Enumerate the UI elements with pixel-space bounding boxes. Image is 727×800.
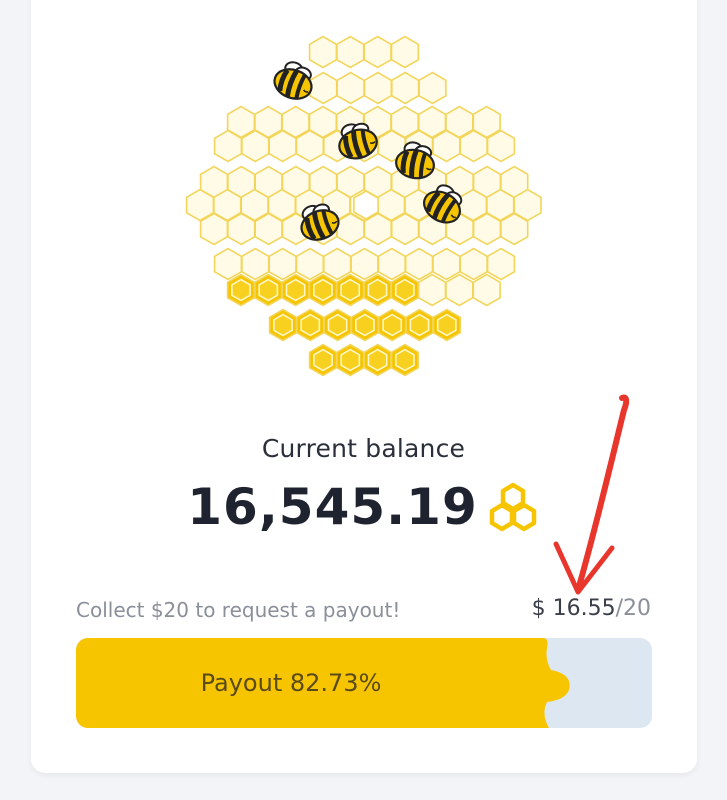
honeycomb-cell [390, 71, 420, 105]
honeycomb-cell [309, 71, 338, 105]
honeycomb-cell-inner [367, 348, 388, 372]
honeycomb-cell [322, 247, 352, 281]
honeycomb-cell-inner [258, 278, 279, 302]
honeycomb-cell [486, 129, 516, 163]
honeycomb-cell-inner [409, 313, 430, 337]
honeycomb-cell [404, 247, 434, 281]
honeycomb-cell-inner [285, 278, 306, 302]
honeycomb-cell-inner [340, 278, 361, 302]
balance-value: 16,545.19 [187, 478, 478, 536]
honeycomb-cell-inner [312, 278, 333, 302]
honeycomb-cell-inner [354, 313, 375, 337]
honeycomb-cell [363, 71, 393, 105]
payout-target: /20 [615, 596, 651, 621]
honeycomb-cell [459, 247, 488, 281]
honeycomb-cell [418, 71, 447, 105]
honeycomb-cell [417, 273, 447, 307]
honeycomb-cell-inner [367, 278, 388, 302]
honeycomb-cell-inner [273, 313, 293, 337]
honeycomb-cell-inner [436, 313, 457, 337]
honeycomb-cell [445, 273, 474, 307]
honeycomb-cell [336, 35, 365, 69]
honeycomb-cell [213, 247, 243, 281]
honeycomb-cell-inner [300, 313, 321, 337]
payout-current: $ 16.55 [531, 596, 616, 621]
honeycomb-cell [213, 129, 243, 163]
honeycomb-cell-empty [353, 190, 379, 220]
honeycomb-cell [500, 212, 529, 246]
honeycomb-cell-inner [327, 313, 348, 337]
payout-progress-text: $ 16.55/20 [532, 596, 651, 621]
honeycomb-cell [241, 129, 270, 163]
honeycomb-cell [390, 35, 420, 69]
honeycomb-cell [336, 212, 365, 246]
payout-button[interactable]: Payout 82.73% [76, 638, 652, 728]
honeycomb-cell [363, 35, 392, 69]
payout-button-label: Payout 82.73% [200, 669, 382, 697]
honeycomb-illustration [185, 35, 542, 377]
honeycomb-cell [227, 212, 256, 246]
honeycomb-cell-inner [382, 313, 403, 337]
honeycomb-cell [459, 129, 488, 163]
honeycomb-cell [390, 212, 420, 246]
honeycomb-cell [432, 247, 461, 281]
honeycomb-cell [336, 71, 365, 105]
honeycomb-cell [350, 247, 379, 281]
honeycomb-cell [432, 129, 461, 163]
honeycomb-cell [268, 129, 297, 163]
honeycomb-cell [308, 35, 338, 69]
honeycomb-cell [241, 247, 270, 281]
honeycomb-cell [486, 247, 516, 281]
honeycomb-icon [489, 482, 537, 532]
honeycomb-cell [254, 212, 283, 246]
honeycomb-cell-inner [340, 348, 361, 372]
honeycomb-cell-inner [394, 278, 415, 302]
balance-label: Current balance [261, 434, 466, 463]
honeycomb-cell-inner [231, 278, 251, 302]
honeycomb-cell [295, 129, 325, 163]
honeycomb-cell-inner [313, 348, 333, 372]
honeycomb-cell [472, 212, 502, 246]
honeycomb-cell-inner [394, 348, 415, 372]
honeycomb-cell [377, 247, 407, 281]
balance-row: 16,545.19 [0, 478, 727, 536]
payout-hint: Collect $20 to request a payout! [76, 598, 401, 622]
honeycomb-cell [268, 247, 297, 281]
honeycomb-cell [472, 273, 501, 307]
honeycomb-cell [199, 212, 229, 246]
honeycomb-cell [295, 247, 325, 281]
